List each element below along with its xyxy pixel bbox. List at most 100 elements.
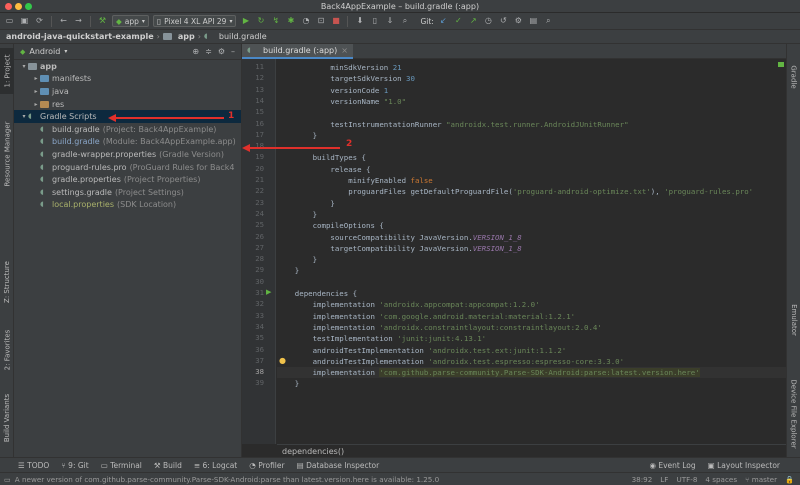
collapsed-arrow-icon[interactable]: ▸ [32, 75, 40, 82]
editor-tab-build-gradle[interactable]: ◖ build.gradle (:app) × [242, 44, 353, 59]
profiler-tool-button[interactable]: ◔ Profiler [249, 461, 284, 470]
indent-setting[interactable]: 4 spaces [705, 475, 737, 484]
code-line[interactable]: implementation 'com.google.android.mater… [277, 311, 786, 322]
breadcrumb-file[interactable]: build.gradle [219, 32, 267, 41]
code-line[interactable]: testInstrumentationRunner "androidx.test… [277, 119, 786, 130]
structure-tool-tab[interactable]: Z: Structure [0, 254, 14, 310]
code-line[interactable]: implementation 'com.github.parse-communi… [277, 367, 786, 379]
tree-item[interactable]: ▸ java [14, 85, 241, 98]
git-rollback-icon[interactable]: ↺ [498, 16, 509, 27]
sync-icon[interactable]: ⟳ [34, 16, 45, 27]
code-line[interactable]: implementation 'androidx.constraintlayou… [277, 322, 786, 333]
open-folder-icon[interactable]: ▭ [4, 16, 15, 27]
debug-icon[interactable]: ✱ [285, 16, 296, 27]
build-tool-button[interactable]: ⚒ Build [154, 461, 182, 470]
layout-inspector-tool-button[interactable]: ▣ Layout Inspector [708, 461, 780, 470]
code-line[interactable]: } [277, 130, 786, 141]
gradle-tool-tab[interactable]: Gradle [787, 60, 800, 94]
git-tool-button[interactable]: ⑂ 9: Git [61, 461, 88, 470]
tree-item[interactable]: ▸ manifests [14, 73, 241, 86]
code-line[interactable]: } [277, 198, 786, 209]
device-select[interactable]: ▯ Pixel 4 XL API 29 ▾ [152, 15, 237, 27]
apply-code-changes-icon[interactable]: ↯ [270, 16, 281, 27]
tree-item[interactable]: ◖ build.gradle (Project: Back4AppExample) [14, 123, 241, 136]
chevron-down-icon[interactable]: ▾ [64, 48, 67, 55]
tree-item[interactable]: ◖ build.gradle (Module: Back4AppExample.ap… [14, 136, 241, 149]
code-line[interactable]: androidTestImplementation 'androidx.test… [277, 356, 786, 367]
favorites-tool-tab[interactable]: 2: Favorites [0, 322, 14, 378]
tree-item[interactable]: ◖ gradle.properties (Project Properties) [14, 173, 241, 186]
apply-changes-icon[interactable]: ↻ [255, 16, 266, 27]
todo-tool-button[interactable]: ☰ TODO [18, 461, 49, 470]
forward-arrow-icon[interactable]: → [73, 16, 84, 27]
search-icon[interactable]: ⌕ [399, 16, 410, 27]
expanded-arrow-icon[interactable]: ▾ [20, 113, 28, 120]
code-line[interactable]: testImplementation 'junit:junit:4.13.1' [277, 333, 786, 344]
code-line[interactable]: } [277, 209, 786, 220]
breadcrumb-module[interactable]: app [178, 32, 195, 41]
run-gutter-icon[interactable]: ▶ [266, 288, 271, 296]
tree-item[interactable]: ◖ proguard-rules.pro (ProGuard Rules for B… [14, 161, 241, 174]
code-line[interactable]: minSdkVersion 21 [277, 62, 786, 73]
close-window-button[interactable] [5, 3, 12, 10]
code-line[interactable]: versionCode 1 [277, 85, 786, 96]
tree-item[interactable]: ▸ res [14, 98, 241, 111]
code-line[interactable]: targetCompatibility JavaVersion.VERSION_… [277, 243, 786, 254]
project-view-selector[interactable]: Android [29, 47, 60, 56]
zoom-window-button[interactable] [25, 3, 32, 10]
attach-debugger-icon[interactable]: ⊡ [315, 16, 326, 27]
code-line[interactable] [277, 141, 786, 152]
git-push-icon[interactable]: ↗ [468, 16, 479, 27]
hammer-icon[interactable]: ⚒ [97, 16, 108, 27]
back-arrow-icon[interactable]: ← [58, 16, 69, 27]
save-all-icon[interactable]: ▣ [19, 16, 30, 27]
status-message[interactable]: A newer version of com.github.parse-comm… [15, 475, 439, 484]
window-icon[interactable]: ▤ [528, 16, 539, 27]
tree-item[interactable]: ◖ local.properties (SDK Location) [14, 199, 241, 212]
collapsed-arrow-icon[interactable]: ▸ [32, 88, 40, 95]
code-line[interactable] [277, 107, 786, 118]
collapse-all-icon[interactable]: ≑ [205, 47, 212, 56]
gear-icon[interactable]: ⚙ [218, 47, 225, 56]
code-line[interactable]: compileOptions { [277, 220, 786, 231]
profile-icon[interactable]: ◔ [300, 16, 311, 27]
logcat-tool-button[interactable]: ≡ 6: Logcat [194, 461, 237, 470]
run-config-select[interactable]: ◆ app ▾ [112, 15, 149, 27]
line-separator[interactable]: LF [660, 475, 668, 484]
git-branch-widget[interactable]: ⑂ master [745, 475, 777, 484]
git-history-icon[interactable]: ◷ [483, 16, 494, 27]
code-line[interactable]: buildTypes { [277, 152, 786, 163]
project-tool-tab[interactable]: 1: Project [0, 48, 14, 94]
close-tab-icon[interactable]: × [341, 46, 348, 55]
code-line[interactable]: proguardFiles getDefaultProguardFile('pr… [277, 186, 786, 197]
code-line[interactable]: } [277, 265, 786, 276]
tools-icon[interactable]: ⚙ [513, 16, 524, 27]
caret-position[interactable]: 38:92 [632, 475, 653, 484]
collapsed-arrow-icon[interactable]: ▸ [32, 101, 40, 108]
code-line[interactable]: release { [277, 164, 786, 175]
code-line[interactable] [277, 277, 786, 288]
terminal-tool-button[interactable]: ▭ Terminal [101, 461, 142, 470]
code-line[interactable]: implementation 'androidx.appcompat:appco… [277, 299, 786, 310]
sdk-manager-icon[interactable]: ⬇ [354, 16, 365, 27]
event-log-tool-button[interactable]: ◉ Event Log [649, 461, 695, 470]
hide-panel-icon[interactable]: – [231, 47, 235, 56]
tree-item[interactable]: ◖ gradle-wrapper.properties (Gradle Versio… [14, 148, 241, 161]
code-line[interactable]: sourceCompatibility JavaVersion.VERSION_… [277, 232, 786, 243]
code-editor[interactable]: minSdkVersion 21 targetSdkVersion 30 ver… [277, 59, 786, 444]
run-icon[interactable]: ▶ [240, 16, 251, 27]
code-line[interactable]: dependencies { [277, 288, 786, 299]
minimize-window-button[interactable] [15, 3, 22, 10]
git-update-icon[interactable]: ↙ [438, 16, 449, 27]
code-line[interactable]: androidTestImplementation 'androidx.test… [277, 345, 786, 356]
git-commit-icon[interactable]: ✓ [453, 16, 464, 27]
lightbulb-icon[interactable]: ● [279, 356, 286, 365]
device-file-explorer-tool-tab[interactable]: Device File Explorer [787, 369, 800, 459]
file-encoding[interactable]: UTF-8 [676, 475, 697, 484]
code-line[interactable]: targetSdkVersion 30 [277, 73, 786, 84]
build-variants-tool-tab[interactable]: Build Variants [0, 388, 14, 448]
lock-icon[interactable]: 🔒 [785, 475, 794, 484]
code-line[interactable]: } [277, 254, 786, 265]
database-inspector-tool-button[interactable]: ▤ Database Inspector [297, 461, 380, 470]
resource-manager-tool-tab[interactable]: Resource Manager [0, 112, 14, 196]
